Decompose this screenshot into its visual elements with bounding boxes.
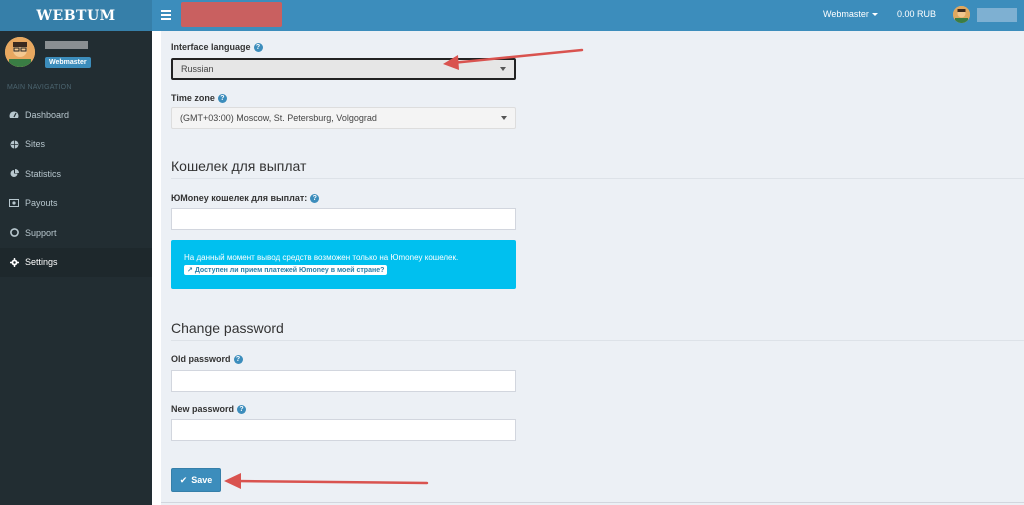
chevron-down-icon	[501, 116, 507, 120]
gear-icon	[9, 257, 19, 267]
old-password-input[interactable]	[171, 370, 516, 392]
nav-list: Dashboard Sites Statistics Payouts Suppo…	[0, 100, 152, 277]
dashboard-icon	[9, 110, 19, 120]
timezone-label-text: Time zone	[171, 93, 215, 103]
old-password-label-text: Old password	[171, 354, 231, 364]
role-badge: Webmaster	[45, 57, 91, 68]
interface-language-value: Russian	[181, 64, 214, 74]
user-avatar-icon	[953, 6, 970, 23]
sidebar-item-settings[interactable]: Settings	[0, 247, 152, 277]
top-navbar: Webmaster 0.00 RUB	[152, 0, 1024, 31]
info-text: На данный момент вывод средств возможен …	[184, 253, 459, 262]
globe-icon	[9, 139, 19, 149]
wallet-input[interactable]	[171, 208, 516, 230]
sidebar-item-label: Dashboard	[25, 109, 70, 120]
sidebar-item-statistics[interactable]: Statistics	[0, 159, 152, 189]
sidebar-avatar	[5, 37, 35, 67]
interface-language-select[interactable]: Russian	[171, 58, 516, 80]
info-callout: На данный момент вывод средств возможен …	[171, 240, 516, 289]
sidebar-item-label: Settings	[25, 257, 58, 268]
sidebar-item-label: Statistics	[25, 168, 62, 179]
redacted-site-name	[181, 2, 282, 27]
user-panel: Webmaster	[0, 31, 152, 79]
password-section-title: Change password	[171, 320, 284, 336]
external-link-icon: ↗	[187, 267, 193, 274]
timezone-select[interactable]: (GMT+03:00) Moscow, St. Petersburg, Volg…	[171, 107, 516, 129]
sidebar-item-label: Support	[25, 227, 57, 238]
help-icon[interactable]: ?	[237, 405, 247, 415]
info-link[interactable]: ↗ Доступен ли прием платежей Юmoney в мо…	[184, 265, 388, 275]
info-link-text: Доступен ли прием платежей Юmoney в моей…	[194, 267, 385, 274]
save-button-label: Save	[191, 475, 213, 485]
balance-display: 0.00 RUB	[897, 9, 937, 19]
check-icon: ✔	[179, 474, 188, 485]
pie-chart-icon	[9, 169, 19, 179]
section-divider	[171, 340, 1024, 341]
main-content: Interface language? Russian Time zone? (…	[152, 31, 1024, 505]
user-avatar[interactable]	[953, 6, 970, 23]
help-icon[interactable]: ?	[217, 94, 227, 104]
sidebar-item-dashboard[interactable]: Dashboard	[0, 100, 152, 130]
money-icon	[9, 198, 19, 208]
wallet-label: ЮMoney кошелек для выплат:?	[171, 193, 320, 204]
section-divider	[171, 178, 1024, 179]
save-button[interactable]: ✔ Save	[171, 468, 221, 492]
content-strip	[152, 31, 160, 505]
new-password-label: New password?	[171, 404, 247, 415]
help-icon[interactable]: ?	[233, 355, 243, 365]
help-icon[interactable]: ?	[310, 194, 320, 204]
interface-language-label: Interface language?	[171, 42, 263, 53]
redacted-username	[45, 41, 88, 49]
help-icon[interactable]: ?	[253, 43, 263, 53]
redacted-username	[977, 8, 1017, 22]
app-logo[interactable]: WEBTUM	[0, 0, 152, 31]
timezone-label: Time zone?	[171, 93, 227, 104]
sidebar-item-support[interactable]: Support	[0, 218, 152, 248]
sidebar: Webmaster MAIN NAVIGATION Dashboard Site…	[0, 31, 152, 505]
chevron-down-icon	[871, 13, 878, 17]
sidebar-item-sites[interactable]: Sites	[0, 130, 152, 160]
new-password-label-text: New password	[171, 404, 235, 414]
sidebar-item-payouts[interactable]: Payouts	[0, 189, 152, 219]
role-dropdown[interactable]: Webmaster	[823, 9, 878, 19]
interface-language-label-text: Interface language	[171, 42, 251, 52]
old-password-label: Old password?	[171, 354, 243, 365]
lifebuoy-icon	[9, 228, 19, 238]
new-password-input[interactable]	[171, 419, 516, 441]
sidebar-item-label: Payouts	[25, 198, 58, 209]
sidebar-item-label: Sites	[25, 139, 46, 150]
chevron-down-icon	[500, 67, 506, 71]
nav-header: MAIN NAVIGATION	[7, 84, 72, 91]
sidebar-toggle-icon[interactable]	[161, 8, 171, 22]
wallet-label-text: ЮMoney кошелек для выплат:	[171, 193, 308, 203]
content-bottom-divider	[161, 502, 1024, 503]
wallet-section-title: Кошелек для выплат	[171, 158, 307, 174]
role-dropdown-label: Webmaster	[823, 9, 869, 19]
settings-form: Interface language? Russian Time zone? (…	[161, 31, 1024, 505]
timezone-value: (GMT+03:00) Moscow, St. Petersburg, Volg…	[180, 113, 377, 123]
user-avatar-icon	[5, 37, 35, 67]
